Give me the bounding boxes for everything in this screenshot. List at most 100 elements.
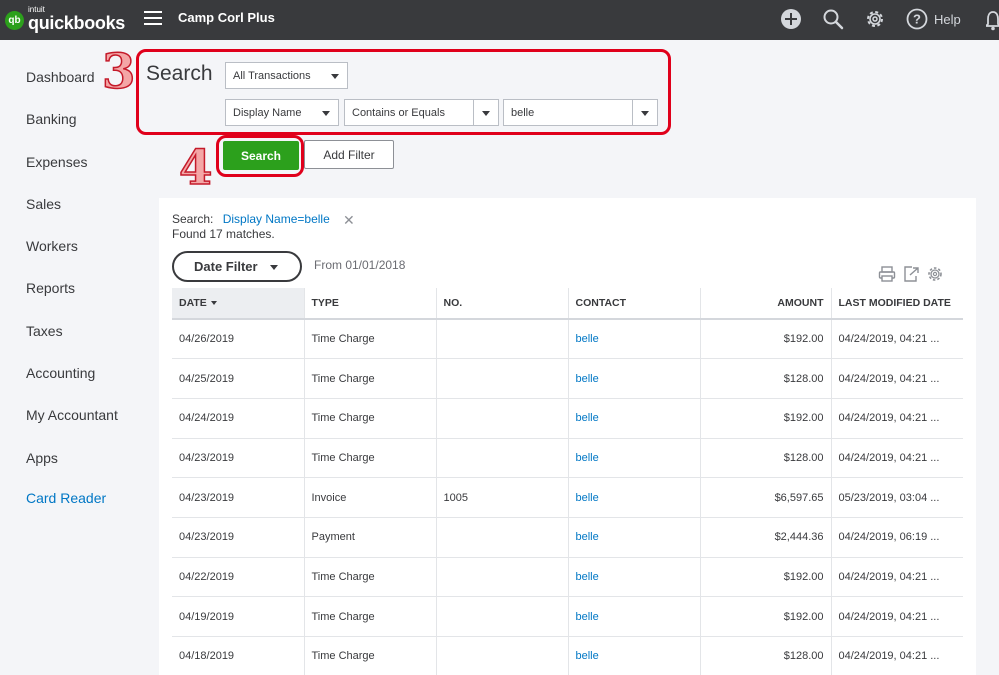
annotation-box-step-3: [136, 49, 671, 135]
cell-no: [436, 557, 569, 598]
sidebar-item-accounting[interactable]: Accounting: [26, 365, 95, 381]
cell-type: Time Charge: [304, 438, 437, 479]
cell-amount: $6,597.65: [700, 477, 832, 518]
criteria-value-link[interactable]: Display Name=belle: [223, 212, 330, 226]
cell-contact[interactable]: belle: [568, 517, 701, 558]
cell-type: Time Charge: [304, 636, 437, 675]
cell-contact[interactable]: belle: [568, 438, 701, 479]
column-header-type[interactable]: TYPE: [304, 288, 437, 320]
column-header-amount[interactable]: AMOUNT: [700, 288, 832, 320]
cell-type: Time Charge: [304, 398, 437, 439]
search-criteria: Search: Display Name=belle: [172, 212, 330, 226]
sidebar-item-card-reader[interactable]: Card Reader: [26, 490, 106, 506]
logo-text: intuit quickbooks: [28, 6, 126, 33]
cell-amount: $2,444.36: [700, 517, 832, 558]
sidebar-item-dashboard[interactable]: Dashboard: [26, 69, 95, 85]
clear-criteria-close-icon[interactable]: ✕: [343, 212, 355, 229]
table-row[interactable]: 04/24/2019 Time Charge belle $192.00 04/24/2…: [172, 398, 963, 439]
top-bar: qb intuit quickbooks Camp Corl Plus ? He…: [0, 0, 999, 40]
annotation-box-step-4: [216, 135, 304, 177]
cell-date: 04/26/2019: [172, 319, 305, 360]
sidebar-item-my-accountant[interactable]: My Accountant: [26, 407, 118, 423]
export-icon[interactable]: [902, 265, 920, 288]
sidebar-item-expenses[interactable]: Expenses: [26, 154, 87, 170]
cell-amount: $128.00: [700, 358, 832, 399]
cell-type: Payment: [304, 517, 437, 558]
top-icons: ? Help: [780, 8, 961, 30]
cell-no: [436, 438, 569, 479]
bell-icon[interactable]: [983, 9, 999, 36]
sidebar: [0, 40, 140, 675]
cell-modified: 04/24/2019, 04:21 ...: [831, 358, 963, 399]
search-icon[interactable]: [822, 8, 844, 30]
cell-contact[interactable]: belle: [568, 398, 701, 439]
column-header-last-modified[interactable]: LAST MODIFIED DATE: [831, 288, 963, 320]
add-filter-button[interactable]: Add Filter: [304, 140, 394, 169]
column-header-date[interactable]: DATE: [172, 288, 305, 320]
table-row[interactable]: 04/25/2019 Time Charge belle $128.00 04/24/2…: [172, 358, 963, 399]
match-count: Found 17 matches.: [172, 227, 275, 241]
cell-type: Time Charge: [304, 358, 437, 399]
cell-date: 04/25/2019: [172, 358, 305, 399]
cell-date: 04/24/2019: [172, 398, 305, 439]
cell-contact[interactable]: belle: [568, 319, 701, 360]
table-settings-gear-icon[interactable]: [926, 265, 944, 288]
help-icon: ?: [906, 8, 928, 30]
cell-contact[interactable]: belle: [568, 557, 701, 598]
cell-contact[interactable]: belle: [568, 358, 701, 399]
sidebar-item-apps[interactable]: Apps: [26, 450, 58, 466]
sidebar-item-taxes[interactable]: Taxes: [26, 323, 63, 339]
cell-modified: 04/24/2019, 04:21 ...: [831, 438, 963, 479]
cell-amount: $192.00: [700, 319, 832, 360]
quickbooks-logo[interactable]: qb intuit quickbooks: [5, 6, 126, 33]
cell-contact[interactable]: belle: [568, 636, 701, 675]
sidebar-item-sales[interactable]: Sales: [26, 196, 61, 212]
sidebar-item-workers[interactable]: Workers: [26, 238, 78, 254]
cell-modified: 04/24/2019, 04:21 ...: [831, 319, 963, 360]
cell-no: [436, 319, 569, 360]
cell-amount: $192.00: [700, 596, 832, 637]
logo-name: quickbooks: [28, 13, 126, 33]
cell-no: [436, 636, 569, 675]
table-row[interactable]: 04/19/2019 Time Charge belle $192.00 04/24/2…: [172, 596, 963, 637]
svg-text:?: ?: [913, 12, 921, 27]
plus-circle-icon[interactable]: [780, 8, 802, 30]
cell-modified: 04/24/2019, 04:21 ...: [831, 636, 963, 675]
table-row[interactable]: 04/26/2019 Time Charge belle $192.00 04/24/2…: [172, 319, 963, 360]
table-row[interactable]: 04/23/2019 Invoice 1005 belle $6,597.65 05/23…: [172, 477, 963, 518]
cell-amount: $128.00: [700, 636, 832, 675]
cell-date: 04/19/2019: [172, 596, 305, 637]
cell-modified: 04/24/2019, 06:19 ...: [831, 517, 963, 558]
cell-date: 04/23/2019: [172, 438, 305, 479]
sidebar-item-banking[interactable]: Banking: [26, 111, 77, 127]
print-icon[interactable]: [878, 265, 896, 288]
column-header-no[interactable]: NO.: [436, 288, 569, 320]
table-row[interactable]: 04/18/2019 Time Charge belle $128.00 04/24/2…: [172, 636, 963, 675]
cell-modified: 04/24/2019, 04:21 ...: [831, 398, 963, 439]
cell-no: 1005: [436, 477, 569, 518]
cell-date: 04/18/2019: [172, 636, 305, 675]
chevron-down-icon: [270, 265, 278, 270]
cell-no: [436, 596, 569, 637]
cell-modified: 04/24/2019, 04:21 ...: [831, 596, 963, 637]
table-row[interactable]: 04/22/2019 Time Charge belle $192.00 04/24/2…: [172, 557, 963, 598]
cell-date: 04/23/2019: [172, 517, 305, 558]
date-filter-button[interactable]: Date Filter: [172, 251, 302, 282]
gear-icon[interactable]: [864, 8, 886, 30]
help-button[interactable]: ? Help: [906, 8, 961, 30]
cell-amount: $192.00: [700, 557, 832, 598]
hamburger-menu-icon[interactable]: [144, 11, 162, 25]
cell-date: 04/22/2019: [172, 557, 305, 598]
table-row[interactable]: 04/23/2019 Payment belle $2,444.36 04/24/201…: [172, 517, 963, 558]
results-table: DATE TYPE NO. CONTACT AMOUNT LAST MODIFI…: [172, 288, 963, 675]
date-filter-label: Date Filter: [194, 259, 258, 274]
cell-contact[interactable]: belle: [568, 596, 701, 637]
cell-contact[interactable]: belle: [568, 477, 701, 518]
company-name: Camp Corl Plus: [178, 10, 275, 25]
table-row[interactable]: 04/23/2019 Time Charge belle $128.00 04/24/2…: [172, 438, 963, 479]
column-header-contact[interactable]: CONTACT: [568, 288, 701, 320]
sidebar-item-reports[interactable]: Reports: [26, 280, 75, 296]
cell-type: Invoice: [304, 477, 437, 518]
sort-down-icon: [210, 301, 217, 306]
cell-type: Time Charge: [304, 596, 437, 637]
